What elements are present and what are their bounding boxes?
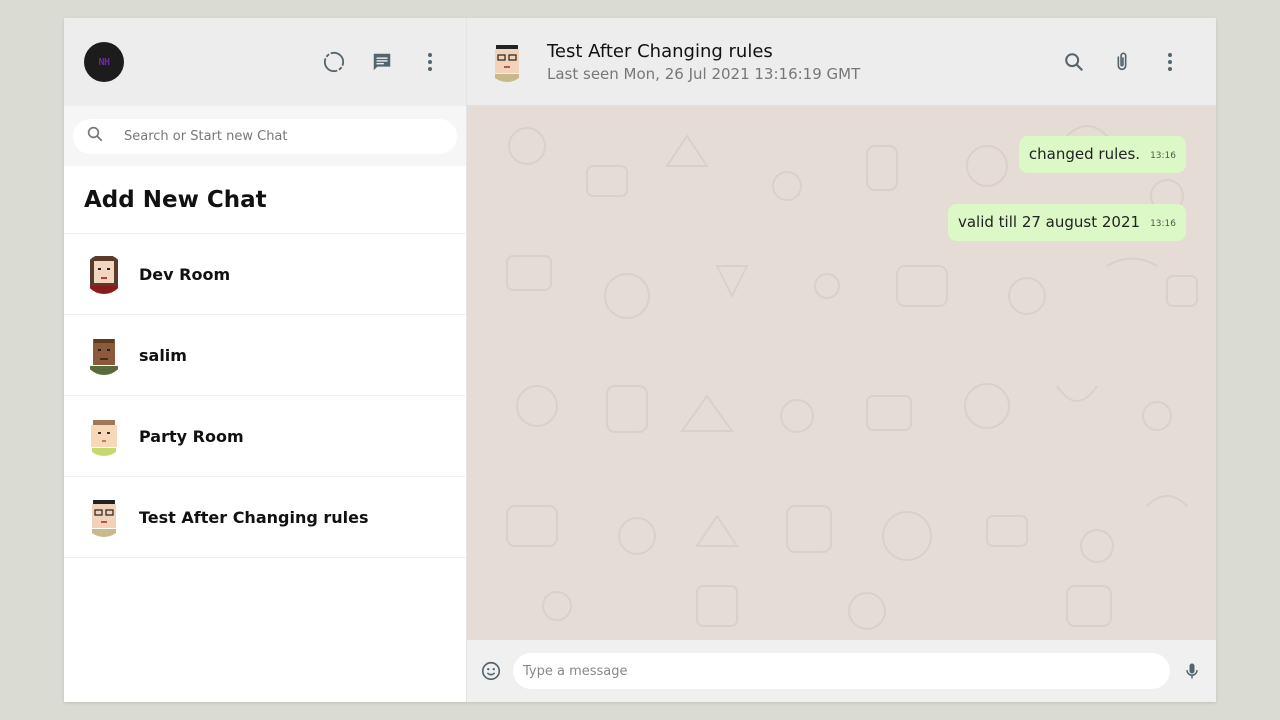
- new-chat-icon[interactable]: [370, 50, 394, 74]
- my-avatar-initials: NH: [98, 56, 110, 68]
- chat-item-name: salim: [139, 345, 187, 365]
- search-box: [73, 118, 457, 154]
- sidebar-header: NH: [64, 18, 466, 106]
- male-dark-skin-avatar: [84, 335, 124, 375]
- child-avatar: [84, 416, 124, 456]
- chat-wallpaper-pattern: [506, 125, 1198, 630]
- chat-item-name: Party Room: [139, 426, 244, 446]
- attach-icon[interactable]: [1110, 50, 1134, 74]
- search-bar: [64, 106, 466, 166]
- chat-item-party-room[interactable]: Party Room: [64, 396, 466, 477]
- chat-item-test-after-changing-rules[interactable]: Test After Changing rules: [64, 477, 466, 558]
- message-row: changed rules. 13:16: [497, 136, 1186, 173]
- message-input-wrap: [513, 653, 1170, 689]
- message-input[interactable]: [523, 663, 1170, 679]
- contact-name: Test After Changing rules: [547, 40, 773, 62]
- message-time: 13:16: [1150, 151, 1176, 161]
- contact-info[interactable]: Test After Changing rules Last seen Mon,…: [547, 41, 860, 83]
- search-icon[interactable]: [1062, 50, 1086, 74]
- outgoing-message[interactable]: changed rules. 13:16: [1018, 136, 1186, 173]
- message-area[interactable]: changed rules. 13:16 valid till 27 augus…: [467, 106, 1216, 640]
- status-icon[interactable]: [322, 50, 346, 74]
- message-time: 13:16: [1150, 219, 1176, 229]
- chat-item-name: Test After Changing rules: [139, 507, 369, 527]
- menu-icon[interactable]: [1158, 50, 1182, 74]
- male-glasses-avatar: [84, 497, 124, 537]
- message-text: changed rules.: [1028, 145, 1141, 163]
- female-dark-hair-avatar: [84, 254, 124, 294]
- last-seen: Last seen Mon, 26 Jul 2021 13:16:19 GMT: [547, 64, 861, 83]
- microphone-icon[interactable]: [1180, 659, 1204, 683]
- emoji-icon[interactable]: [479, 659, 503, 683]
- search-input[interactable]: [124, 128, 444, 144]
- menu-icon[interactable]: [418, 50, 442, 74]
- message-row: valid till 27 august 2021 13:16: [497, 204, 1186, 241]
- search-icon: [86, 125, 104, 147]
- chat-app: NH Add New Chat: [64, 18, 1216, 702]
- chat-header: Test After Changing rules Last seen Mon,…: [467, 18, 1216, 106]
- contact-avatar[interactable]: [487, 41, 527, 82]
- chat-item-dev-room[interactable]: Dev Room: [64, 234, 466, 315]
- chat-panel: Test After Changing rules Last seen Mon,…: [467, 18, 1216, 702]
- chat-item-salim[interactable]: salim: [64, 315, 466, 396]
- add-new-chat-label: Add New Chat: [84, 186, 267, 213]
- message-composer: [467, 640, 1216, 702]
- chat-item-name: Dev Room: [139, 264, 231, 284]
- add-new-chat[interactable]: Add New Chat: [64, 166, 466, 234]
- outgoing-message[interactable]: valid till 27 august 2021 13:16: [947, 204, 1186, 241]
- my-avatar[interactable]: NH: [84, 42, 124, 82]
- message-text: valid till 27 august 2021: [957, 213, 1141, 231]
- sidebar: NH Add New Chat: [64, 18, 467, 702]
